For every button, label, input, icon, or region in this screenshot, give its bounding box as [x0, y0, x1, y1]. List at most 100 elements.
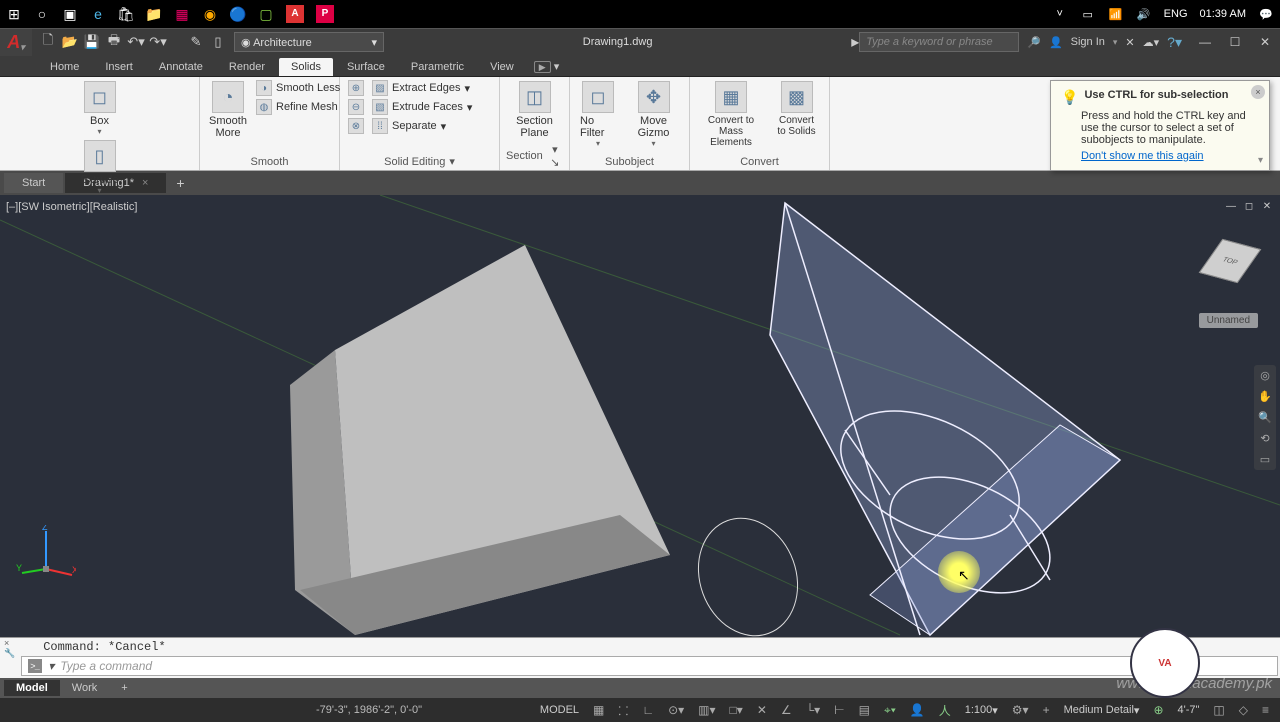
elevation-readout[interactable]: 4'-7" [1173, 704, 1205, 716]
undo-icon[interactable]: ↶▾ [128, 34, 144, 50]
open-icon[interactable]: 📂 [62, 34, 78, 50]
taskview-icon[interactable]: ▣ [62, 6, 78, 22]
coordinates-readout[interactable]: -79'-3", 1986'-2", 0'-0" [316, 704, 422, 716]
isoplane-button[interactable]: ▥▾ [693, 703, 720, 717]
tab-featured[interactable]: ▶ ▾ [528, 57, 566, 76]
grid-button[interactable]: ▦ [588, 703, 609, 717]
tab-render[interactable]: Render [217, 58, 277, 76]
wifi-icon[interactable]: 📶 [1108, 6, 1124, 22]
cmd-close-icon[interactable]: × [4, 638, 15, 648]
wcs-button[interactable]: ⌖▾ [879, 703, 901, 718]
help-search-input[interactable]: Type a keyword or phrase [859, 32, 1019, 52]
isolate-button[interactable]: ◫ [1208, 703, 1229, 717]
edge-icon[interactable]: e [90, 6, 106, 22]
tooltip-close-button[interactable]: × [1251, 85, 1265, 99]
otrack-button[interactable]: ∠ [776, 703, 797, 717]
section-plane-button[interactable]: ◫Section Plane [506, 79, 563, 141]
subtract-button[interactable]: ⊖ [346, 98, 366, 116]
new-icon[interactable]: 🗋 [40, 34, 56, 50]
model-tab[interactable]: Model [4, 680, 60, 696]
plus-button[interactable]: + [1038, 703, 1055, 717]
add-layout-button[interactable]: + [109, 680, 139, 696]
autocad-icon[interactable]: A [286, 5, 304, 23]
extrude-faces-button[interactable]: ▧Extrude Faces ▾ [370, 98, 474, 116]
customize-status-button[interactable]: ≡ [1257, 703, 1274, 717]
language-indicator[interactable]: ENG [1164, 8, 1188, 20]
command-input[interactable]: >_ ▾ Type a command [21, 656, 1278, 676]
dyn-ucs-button[interactable]: └▾ [801, 703, 826, 717]
smooth-more-button[interactable]: ◔Smooth More [206, 79, 250, 141]
group-editing-label[interactable]: Solid Editing ▾ [346, 153, 493, 170]
infocenter-icon[interactable]: 🔎 [1027, 36, 1041, 49]
extract-edges-button[interactable]: ▨Extract Edges ▾ [370, 79, 474, 97]
volume-icon[interactable]: 🔊 [1136, 6, 1152, 22]
extrude-button[interactable]: ▯Extrude▾ [6, 138, 193, 197]
tab-insert[interactable]: Insert [93, 58, 145, 76]
polar-button[interactable]: ⊙▾ [663, 703, 689, 717]
match-icon[interactable]: ✎ [188, 34, 204, 50]
chrome-icon[interactable]: 🔵 [230, 6, 246, 22]
minimize-button[interactable]: — [1190, 32, 1220, 52]
start-icon[interactable]: ⊞ [6, 6, 22, 22]
dyn-input-button[interactable]: ⊢ [829, 703, 849, 717]
cmd-customize-icon[interactable]: 🔧 [4, 648, 15, 659]
tooltip-dismiss-link[interactable]: Don't show me this again [1081, 150, 1204, 162]
store-icon[interactable]: 🛍 [118, 6, 134, 22]
tab-surface[interactable]: Surface [335, 58, 397, 76]
convert-solids-button[interactable]: ▩Convert to Solids [770, 79, 823, 139]
save-icon[interactable]: 💾 [84, 34, 100, 50]
clock[interactable]: 01:39 AM [1200, 8, 1246, 20]
union-button[interactable]: ⊕ [346, 79, 366, 97]
osnap-button[interactable]: □▾ [725, 703, 748, 717]
separate-button[interactable]: ⁞⁞Separate ▾ [370, 117, 474, 135]
transparency-button[interactable]: 👤 [905, 703, 930, 717]
cortana-icon[interactable]: ○ [34, 6, 50, 22]
elevation-icon[interactable]: ⊕ [1148, 703, 1168, 717]
gear-button[interactable]: ⚙▾ [1007, 703, 1034, 717]
group-section-label[interactable]: Section ▾ ↘ [506, 141, 563, 171]
layer-icon[interactable]: ▯ [210, 34, 226, 50]
detail-button[interactable]: Medium Detail▾ [1059, 704, 1145, 717]
anno-scale-button[interactable]: 1:100▾ [960, 704, 1003, 717]
app-icon-1[interactable]: ▦ [174, 6, 190, 22]
app-icon-3[interactable]: ▢ [258, 6, 274, 22]
model-space-button[interactable]: MODEL [535, 704, 584, 716]
exchange-icon[interactable]: ✕ [1125, 36, 1134, 49]
no-filter-button[interactable]: ◻No Filter▾ [576, 79, 620, 150]
app-menu-button[interactable]: A▾ [0, 29, 32, 56]
notifications-icon[interactable]: 💬 [1258, 6, 1274, 22]
signin-button[interactable]: Sign In [1071, 36, 1105, 48]
tab-view[interactable]: View [478, 58, 526, 76]
battery-icon[interactable]: ▭ [1080, 6, 1096, 22]
refine-mesh-button[interactable]: ◍Refine Mesh [254, 98, 342, 116]
close-button[interactable]: ✕ [1250, 32, 1280, 52]
app-icon-2[interactable]: ◉ [202, 6, 218, 22]
constrain-button[interactable]: 人 [934, 702, 956, 719]
work-tab[interactable]: Work [60, 680, 109, 696]
hardware-accel-button[interactable]: ◇ [1234, 703, 1253, 717]
3dosnap-button[interactable]: ✕ [752, 703, 772, 717]
signin-dropdown-icon[interactable]: ▾ [1113, 37, 1118, 48]
box-button[interactable]: ◻Box▾ [6, 79, 193, 138]
ortho-button[interactable]: ∟ [637, 703, 659, 717]
workspace-selector[interactable]: ◉ Architecture ▾ [234, 32, 384, 52]
tab-solids[interactable]: Solids [279, 58, 333, 76]
redo-icon[interactable]: ↷▾ [150, 34, 166, 50]
print-icon[interactable]: 🖶 [106, 34, 122, 50]
powerpoint-icon[interactable]: P [316, 5, 334, 23]
tab-home[interactable]: Home [38, 58, 91, 76]
help-icon[interactable]: ?▾ [1167, 34, 1182, 51]
intersect-button[interactable]: ⊗ [346, 117, 366, 135]
smooth-less-button[interactable]: ◑Smooth Less [254, 79, 342, 97]
tooltip-expand-icon[interactable]: ▾ [1258, 155, 1263, 166]
explorer-icon[interactable]: 📁 [146, 6, 162, 22]
maximize-button[interactable]: ☐ [1220, 32, 1250, 52]
a360-icon[interactable]: ☁︎▾ [1143, 36, 1160, 49]
drawing-viewport[interactable]: [–][SW Isometric][Realistic] — ◻ ✕ TOP U… [0, 195, 1280, 637]
move-gizmo-button[interactable]: ✥Move Gizmo▾ [624, 79, 683, 150]
cycling-button[interactable]: ▤ [854, 703, 875, 717]
tab-annotate[interactable]: Annotate [147, 58, 215, 76]
convert-mass-button[interactable]: ▦Convert to Mass Elements [696, 79, 766, 150]
snap-button[interactable]: ⸬ [613, 702, 633, 719]
tab-parametric[interactable]: Parametric [399, 58, 476, 76]
